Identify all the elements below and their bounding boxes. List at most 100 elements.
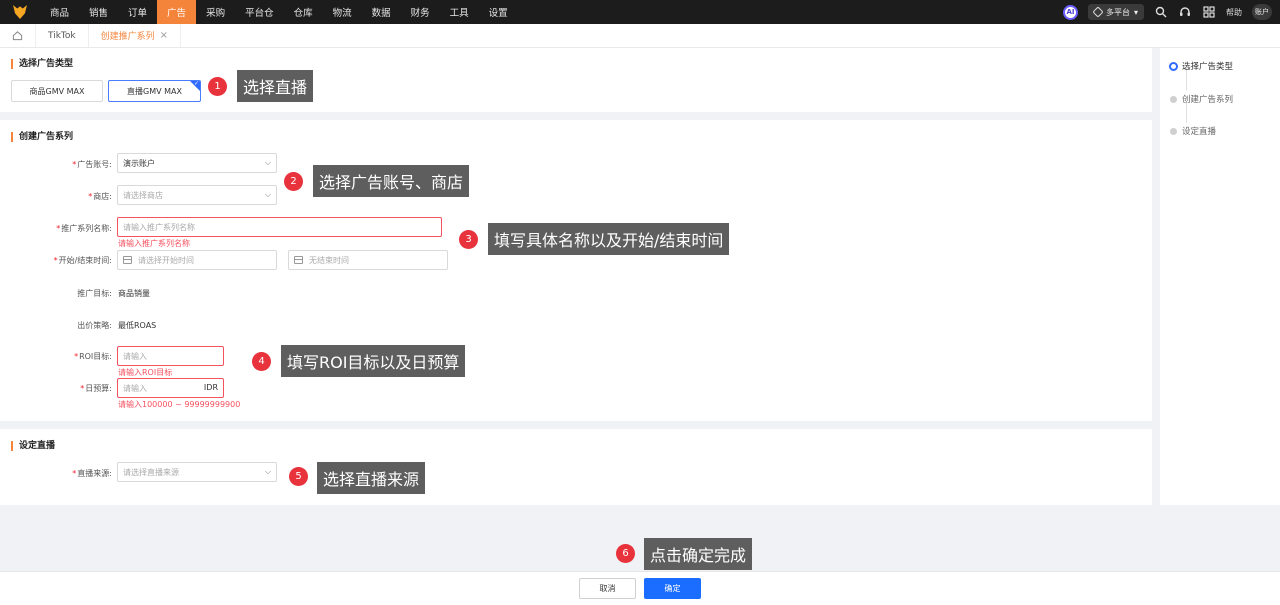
end-time-placeholder: 无结束时间 (309, 255, 349, 265)
home-tab[interactable] (0, 24, 36, 47)
search-icon[interactable] (1154, 5, 1168, 19)
close-icon[interactable]: × (160, 30, 168, 41)
step-label: 创建广告系列 (1182, 95, 1234, 105)
nav-item-warehouse[interactable]: 仓库 (284, 0, 323, 24)
nav-item-ads[interactable]: 广告 (157, 0, 197, 24)
nav-item-tools[interactable]: 工具 (440, 0, 479, 24)
start-time-picker[interactable]: 请选择开始时间 (117, 250, 277, 270)
help-link[interactable]: 帮助 (1226, 7, 1242, 18)
chevron-down-icon: ⌵ (264, 467, 271, 476)
live-settings-panel: 设定直播 *直播来源: 请选择直播来源 ⌵ (0, 429, 1152, 505)
campaign-name-input[interactable]: 请输入推广系列名称 (117, 217, 442, 237)
goal-label: 推广目标: (77, 289, 112, 298)
caret-down-icon: ▾ (1133, 7, 1138, 17)
section-title-live: 设定直播 (11, 441, 55, 451)
nav-item-sales[interactable]: 销售 (79, 0, 118, 24)
calendar-icon (123, 256, 132, 264)
step-label: 设定直播 (1182, 127, 1217, 137)
nav-right-tools: AI 多平台 ▾ 帮助 账户 (1062, 0, 1272, 24)
confirm-button[interactable]: 确定 (644, 578, 701, 599)
calendar-icon (294, 256, 303, 264)
goal-value: 商品销量 (118, 289, 150, 298)
ad-account-value: 演示账户 (123, 158, 155, 168)
tab-tiktok[interactable]: TikTok (36, 24, 89, 47)
apps-grid-icon[interactable] (1202, 5, 1216, 19)
account-label: *广告账号: (72, 160, 112, 169)
top-navigation-bar: 商品 销售 订单 广告 采购 平台仓 仓库 物流 数据 财务 工具 设置 AI … (0, 0, 1280, 24)
roi-error: 请输入ROI目标 (118, 368, 173, 377)
page-tab-bar: TikTok 创建推广系列 × (0, 24, 1280, 48)
step-dot-active (1169, 61, 1178, 71)
ad-account-select[interactable]: 演示账户 ⌵ (117, 153, 277, 173)
step-ad-type[interactable]: 选择广告类型 (1169, 60, 1234, 72)
campaign-name-label: *推广系列名称: (56, 224, 112, 233)
annotation-callout-2: 选择广告账号、商店 (313, 165, 470, 197)
ad-type-option-live-gmv[interactable]: 直播GMV MAX ✓ (108, 80, 201, 102)
platform-selector[interactable]: 多平台 ▾ (1087, 4, 1144, 20)
annotation-number-2: 2 (284, 172, 303, 191)
shop-label: *商店: (88, 192, 112, 201)
step-label: 选择广告类型 (1182, 62, 1234, 72)
ad-type-panel: 选择广告类型 商品GMV MAX 直播GMV MAX ✓ (0, 48, 1152, 112)
annotation-number-1: 1 (208, 77, 227, 96)
annotation-number-3: 3 (459, 230, 478, 249)
step-navigator: 选择广告类型 创建广告系列 设定直播 (1160, 48, 1280, 505)
platform-label: 多平台 (1105, 7, 1130, 17)
annotation-number-4: 4 (252, 352, 271, 371)
option-label: 直播GMV MAX (127, 86, 182, 96)
nav-item-finance[interactable]: 财务 (401, 0, 440, 24)
start-time-placeholder: 请选择开始时间 (138, 255, 194, 265)
app-logo[interactable] (0, 0, 40, 24)
nav-item-data[interactable]: 数据 (362, 0, 401, 24)
check-icon: ✓ (193, 80, 199, 87)
chevron-down-icon: ⌵ (264, 190, 271, 199)
daily-budget-input[interactable]: 请输入 IDR (117, 378, 224, 398)
headset-support-icon[interactable] (1178, 5, 1192, 19)
tab-label: 创建推广系列 (100, 32, 155, 42)
account-avatar[interactable]: 账户 (1252, 4, 1272, 20)
annotation-number-6: 6 (616, 544, 635, 563)
bid-strategy-label: 出价策略: (77, 321, 112, 330)
nav-item-logistics[interactable]: 物流 (323, 0, 362, 24)
end-time-picker[interactable]: 无结束时间 (288, 250, 448, 270)
step-dot (1170, 127, 1177, 135)
annotation-number-5: 5 (289, 467, 308, 486)
section-title-campaign: 创建广告系列 (11, 132, 73, 142)
campaign-panel: 创建广告系列 *广告账号: 演示账户 ⌵ *商店: 请选择商店 ⌵ *推广系列名… (0, 120, 1152, 421)
time-range-label: *开始/结束时间: (53, 256, 112, 265)
daily-budget-placeholder: 请输入 (123, 383, 147, 393)
home-icon (12, 31, 23, 41)
campaign-name-placeholder: 请输入推广系列名称 (123, 222, 195, 232)
cancel-button[interactable]: 取消 (579, 578, 636, 599)
step-live[interactable]: 设定直播 (1170, 125, 1217, 137)
nav-item-products[interactable]: 商品 (40, 0, 79, 24)
live-source-label: *直播来源: (72, 469, 112, 478)
step-campaign[interactable]: 创建广告系列 (1170, 93, 1234, 105)
main-menu: 商品 销售 订单 广告 采购 平台仓 仓库 物流 数据 财务 工具 设置 (40, 0, 518, 24)
daily-budget-label: *日预算: (80, 384, 112, 393)
annotation-callout-4: 填写ROI目标以及日预算 (281, 345, 466, 377)
footer-action-bar: 取消 确定 (0, 571, 1280, 605)
ad-type-option-product-gmv[interactable]: 商品GMV MAX (11, 80, 103, 102)
nav-item-orders[interactable]: 订单 (118, 0, 157, 24)
section-title-ad-type: 选择广告类型 (11, 59, 73, 69)
live-source-select[interactable]: 请选择直播来源 ⌵ (117, 462, 277, 482)
nav-item-settings[interactable]: 设置 (479, 0, 518, 24)
nav-item-platform-warehouse[interactable]: 平台仓 (235, 0, 284, 24)
daily-budget-error: 请输入100000 ~ 99999999900 (118, 400, 241, 409)
annotation-callout-3: 填写具体名称以及开始/结束时间 (488, 223, 730, 255)
currency-suffix: IDR (203, 383, 218, 392)
nav-item-purchasing[interactable]: 采购 (196, 0, 235, 24)
shop-select[interactable]: 请选择商店 ⌵ (117, 185, 277, 205)
roi-input[interactable]: 请输入 (117, 346, 224, 366)
tab-label: TikTok (48, 30, 76, 41)
tab-create-campaign[interactable]: 创建推广系列 × (88, 24, 182, 47)
step-dot (1170, 95, 1177, 103)
campaign-name-error: 请输入推广系列名称 (118, 239, 190, 248)
shop-placeholder: 请选择商店 (123, 190, 163, 200)
live-source-placeholder: 请选择直播来源 (123, 467, 179, 477)
chevron-down-icon: ⌵ (264, 158, 271, 167)
ai-assistant-icon[interactable]: AI (1062, 4, 1078, 20)
annotation-callout-6: 点击确定完成 (644, 538, 753, 570)
platform-icon (1092, 6, 1104, 18)
